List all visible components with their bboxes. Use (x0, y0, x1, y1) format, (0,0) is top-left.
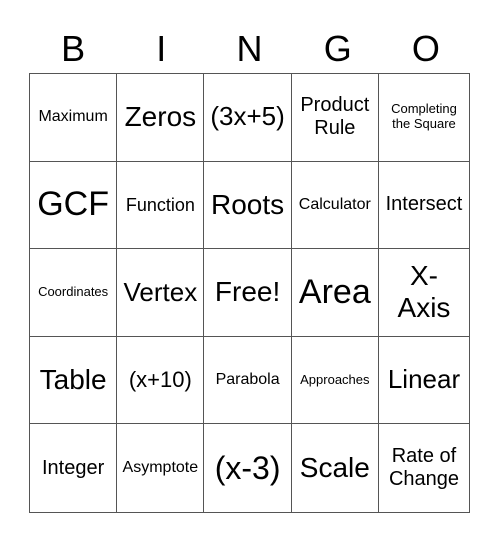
bingo-cell[interactable]: Intersect (378, 162, 469, 250)
free-space-cell[interactable]: Free! (204, 249, 292, 337)
bingo-cell[interactable]: Scale (292, 424, 379, 512)
bingo-cell[interactable]: Zeros (117, 74, 205, 162)
header-letter-i: I (156, 28, 167, 69)
bingo-cell[interactable]: Asymptote (117, 424, 205, 512)
bingo-cell[interactable]: Vertex (117, 249, 205, 337)
bingo-cell[interactable]: Approaches (291, 336, 379, 425)
header-letter-o: O (411, 28, 440, 69)
bingo-cell[interactable]: Table (30, 336, 118, 425)
bingo-header: B I N G O (29, 25, 470, 73)
bingo-cell[interactable]: Coordinates (30, 249, 118, 337)
bingo-cell[interactable]: (x-3) (204, 424, 292, 512)
bingo-cell[interactable]: Product Rule (291, 74, 379, 162)
bingo-cell[interactable]: Completing the Square (378, 74, 469, 162)
bingo-cell[interactable]: (3x+5) (204, 74, 292, 162)
bingo-cell[interactable]: Roots (204, 161, 292, 250)
bingo-cell[interactable]: GCF (30, 161, 118, 250)
bingo-cell[interactable]: Calculator (291, 161, 379, 250)
bingo-cell[interactable]: Function (117, 161, 205, 250)
header-letter-g: G (323, 28, 352, 69)
bingo-cell[interactable]: Maximum (30, 74, 118, 162)
bingo-cell[interactable]: Parabola (204, 336, 292, 425)
bingo-grid: Maximum Zeros (3x+5) Product Rule Comple… (29, 73, 470, 513)
header-letter-b: B (61, 28, 86, 69)
bingo-cell[interactable]: Area (291, 249, 379, 337)
bingo-cell[interactable]: Rate of Change (379, 424, 469, 512)
bingo-cell[interactable]: X-Axis (378, 249, 469, 337)
header-letter-n: N (236, 28, 263, 69)
bingo-cell[interactable]: Integer (30, 424, 118, 512)
bingo-cell[interactable]: (x+10) (117, 336, 205, 425)
bingo-cell[interactable]: Linear (378, 337, 469, 425)
